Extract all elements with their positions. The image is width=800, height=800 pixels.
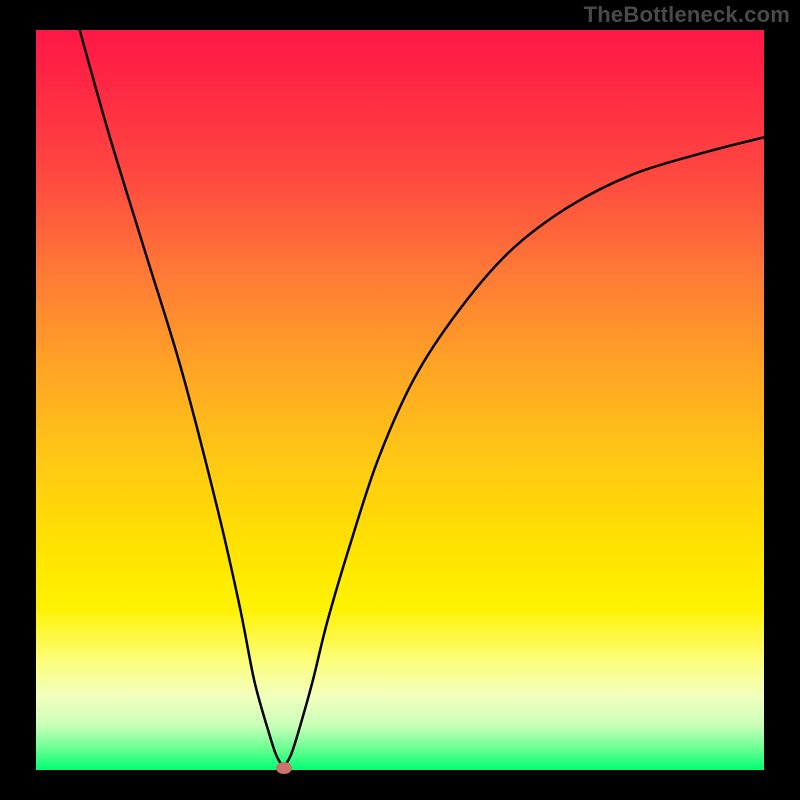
chart-container: TheBottleneck.com xyxy=(0,0,800,800)
watermark-text: TheBottleneck.com xyxy=(584,2,790,28)
optimal-marker xyxy=(276,762,292,774)
gradient-background xyxy=(36,30,764,770)
plot-area xyxy=(36,30,764,770)
